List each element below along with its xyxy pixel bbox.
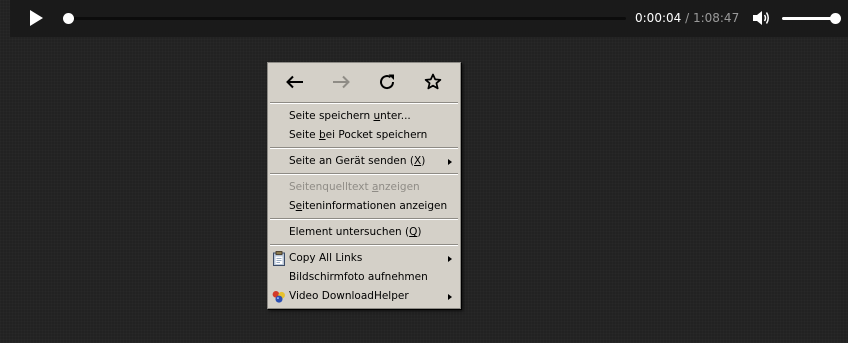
back-arrow-icon — [286, 75, 303, 88]
menu-separator — [270, 173, 458, 175]
forward-arrow-icon — [333, 75, 350, 88]
seek-handle[interactable] — [62, 13, 74, 24]
forward-button[interactable] — [326, 68, 356, 96]
reload-button[interactable] — [372, 68, 402, 96]
volume-handle[interactable] — [830, 13, 842, 24]
submenu-arrow-icon — [448, 256, 452, 262]
volume-slider[interactable] — [782, 13, 842, 24]
current-time: 0:00:04 — [635, 11, 682, 25]
menu-item-save-to-pocket[interactable]: Seite bei Pocket speichern — [268, 126, 460, 145]
menu-item-view-source[interactable]: Seitenquelltext anzeigen — [268, 178, 460, 197]
time-separator: / — [681, 11, 693, 25]
context-menu: Seite speichern unter... Seite bei Pocke… — [267, 62, 461, 309]
play-icon[interactable] — [28, 9, 44, 27]
reload-icon — [380, 74, 395, 89]
menu-separator — [270, 244, 458, 246]
menu-separator — [270, 102, 458, 104]
menu-item-page-info[interactable]: Seiteninformationen anzeigen — [268, 197, 460, 216]
menu-item-inspect-element[interactable]: Element untersuchen (Q) — [268, 223, 460, 242]
submenu-arrow-icon — [448, 294, 452, 300]
menu-item-take-screenshot[interactable]: Bildschirmfoto aufnehmen — [268, 268, 460, 287]
menu-item-save-page[interactable]: Seite speichern unter... — [268, 107, 460, 126]
seek-slider[interactable] — [62, 13, 626, 24]
time-display: 0:00:04 / 1:08:47 — [635, 11, 739, 25]
clipboard-icon — [273, 251, 285, 266]
volume-level — [782, 17, 836, 20]
back-button[interactable] — [280, 68, 310, 96]
menu-separator — [270, 147, 458, 149]
bookmark-star-icon — [424, 73, 442, 89]
menu-item-video-downloadhelper[interactable]: Video DownloadHelper — [268, 287, 460, 306]
menu-navigation-row — [268, 63, 460, 100]
menu-item-copy-all-links[interactable]: Copy All Links — [268, 249, 460, 268]
menu-separator — [270, 218, 458, 220]
video-control-bar: 0:00:04 / 1:08:47 — [10, 0, 848, 37]
volume-icon[interactable] — [752, 9, 771, 27]
menu-item-send-to-device[interactable]: Seite an Gerät senden (X) — [268, 152, 460, 171]
bookmark-button[interactable] — [418, 68, 448, 96]
submenu-arrow-icon — [448, 159, 452, 165]
video-downloadhelper-icon — [272, 290, 285, 303]
duration: 1:08:47 — [692, 11, 740, 25]
